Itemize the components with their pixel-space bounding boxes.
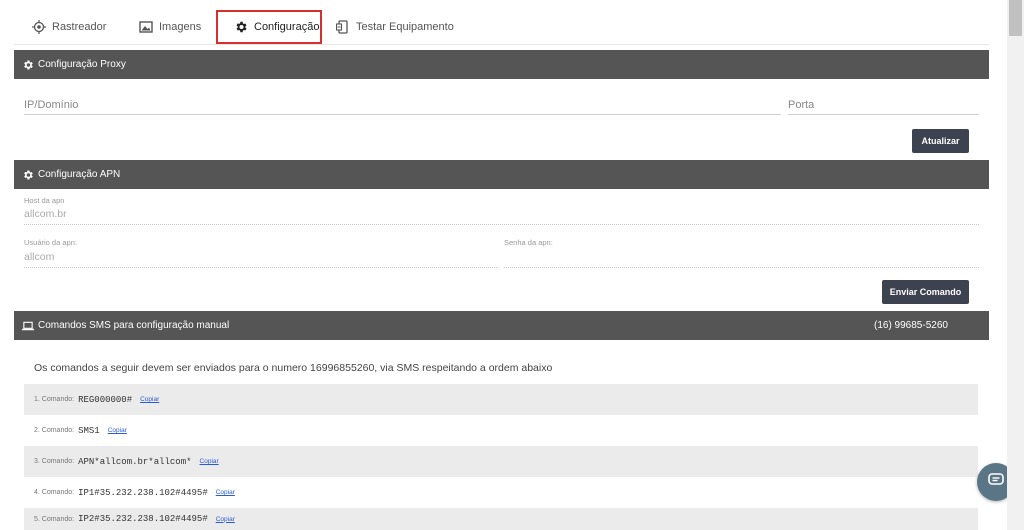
apn-host-label: Host da apn (24, 196, 65, 205)
command-label: 4. Comando: (34, 489, 75, 496)
apn-pass-label: Senha da apn: (504, 238, 553, 247)
apn-user-underline (24, 267, 497, 268)
tab-divider (14, 44, 989, 45)
command-label: 2. Comando: (34, 427, 75, 434)
tab-testar-equipamento[interactable]: Testar Equipamento (336, 10, 454, 44)
command-code: IP1#35.232.238.102#4495# (78, 487, 208, 498)
command-label: 3. Comando: (34, 458, 75, 465)
ip-domain-field[interactable] (24, 96, 781, 115)
apn-panel-title: Configuração APN (38, 169, 121, 180)
tab-label: Testar Equipamento (356, 21, 454, 33)
ip-domain-input[interactable] (24, 96, 781, 114)
gear-icon (22, 59, 34, 71)
command-code: SMS1 (78, 425, 100, 436)
command-label: 1. Comando: (34, 396, 75, 403)
proxy-panel-title: Configuração Proxy (38, 59, 126, 70)
tab-configuracao[interactable]: Configuração (216, 10, 322, 44)
command-row: 5. Comando: IP2#35.232.238.102#4495# Cop… (24, 508, 978, 530)
tab-imagens[interactable]: Imagens (139, 10, 201, 44)
copy-link[interactable]: Copiar (108, 427, 127, 434)
apn-user-value[interactable]: allcom (24, 251, 54, 263)
send-command-button[interactable]: Enviar Comando (882, 280, 969, 304)
tab-bar: Rastreador Imagens Configuração Testar E… (14, 10, 989, 44)
command-row: 2. Comando: SMS1 Copiar (24, 415, 978, 446)
apn-host-underline (24, 224, 979, 225)
sms-phone-number: (16) 99685-5260 (874, 320, 948, 331)
command-label: 5. Comando: (34, 515, 75, 523)
copy-link[interactable]: Copiar (216, 489, 235, 496)
copy-link[interactable]: Copiar (200, 458, 219, 465)
proxy-panel-header: Configuração Proxy (14, 50, 989, 79)
gear-icon (22, 169, 34, 181)
update-button[interactable]: Atualizar (912, 129, 969, 153)
tab-label: Configuração (254, 21, 320, 33)
laptop-icon (22, 320, 34, 332)
image-icon (139, 20, 153, 34)
command-row: 1. Comando: REG000000# Copiar (24, 384, 978, 415)
command-code: REG000000# (78, 394, 133, 405)
copy-link[interactable]: Copiar (140, 396, 159, 403)
command-row: 3. Comando: APN*allcom.br*allcom* Copiar (24, 446, 978, 477)
port-input[interactable] (788, 96, 979, 114)
tab-rastreador[interactable]: Rastreador (32, 10, 106, 44)
command-row: 4. Comando: IP1#35.232.238.102#4495# Cop… (24, 477, 978, 508)
apn-user-label: Usuário da apn: (24, 238, 77, 247)
scrollbar-thumb[interactable] (1009, 0, 1022, 36)
tab-label: Imagens (159, 21, 202, 33)
sms-panel-title: Comandos SMS para configuração manual (38, 320, 230, 331)
sms-panel-header: Comandos SMS para configuração manual (1… (14, 311, 989, 340)
sms-instructions: Os comandos a seguir devem ser enviados … (34, 362, 553, 374)
tab-label: Rastreador (52, 21, 107, 33)
scrollbar[interactable] (1007, 0, 1024, 530)
port-field[interactable] (788, 96, 979, 115)
apn-panel-header: Configuração APN (14, 160, 989, 189)
target-icon (32, 20, 46, 34)
apn-pass-underline (504, 267, 979, 268)
device-test-icon (336, 20, 350, 34)
chat-icon (988, 472, 1004, 492)
command-code: IP2#35.232.238.102#4495# (78, 514, 208, 524)
copy-link[interactable]: Copiar (216, 516, 235, 523)
gear-icon (234, 20, 248, 34)
apn-host-value[interactable]: allcom.br (24, 208, 67, 220)
command-code: APN*allcom.br*allcom* (78, 456, 192, 467)
